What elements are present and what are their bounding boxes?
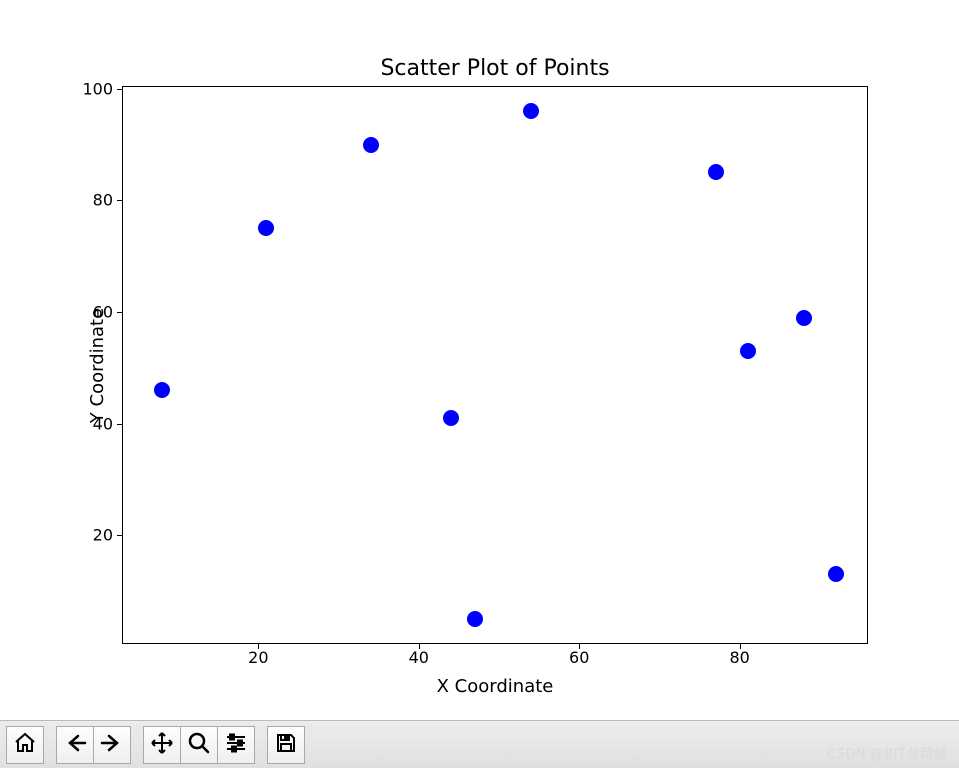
sliders-icon bbox=[224, 731, 248, 759]
arrow-right-icon bbox=[100, 731, 124, 759]
y-tick-label: 80 bbox=[93, 191, 113, 210]
home-icon bbox=[13, 731, 37, 759]
scatter-point bbox=[258, 220, 274, 236]
y-tick-mark bbox=[117, 200, 122, 201]
pan-icon bbox=[150, 731, 174, 759]
scatter-point bbox=[828, 566, 844, 582]
zoom-icon bbox=[187, 731, 211, 759]
zoom-button[interactable] bbox=[180, 726, 218, 764]
chart-title: Scatter Plot of Points bbox=[122, 56, 868, 81]
plot-area bbox=[122, 86, 868, 644]
chart-figure: Scatter Plot of Points Y Coordinate X Co… bbox=[0, 0, 959, 720]
x-tick-label: 80 bbox=[729, 648, 749, 667]
pan-button[interactable] bbox=[143, 726, 181, 764]
scatter-point bbox=[363, 137, 379, 153]
save-icon bbox=[274, 731, 298, 759]
y-tick-mark bbox=[117, 89, 122, 90]
x-tick-label: 40 bbox=[409, 648, 429, 667]
y-tick-mark bbox=[117, 535, 122, 536]
y-tick-label: 100 bbox=[82, 79, 113, 98]
scatter-point bbox=[523, 103, 539, 119]
y-tick-label: 60 bbox=[93, 302, 113, 321]
y-tick-label: 40 bbox=[93, 414, 113, 433]
matplotlib-toolbar bbox=[0, 720, 959, 768]
y-tick-label: 20 bbox=[93, 526, 113, 545]
forward-button[interactable] bbox=[93, 726, 131, 764]
scatter-point bbox=[708, 164, 724, 180]
x-tick-label: 20 bbox=[248, 648, 268, 667]
configure-button[interactable] bbox=[217, 726, 255, 764]
scatter-point bbox=[467, 611, 483, 627]
y-tick-mark bbox=[117, 424, 122, 425]
scatter-point bbox=[154, 382, 170, 398]
home-button[interactable] bbox=[6, 726, 44, 764]
x-tick-label: 60 bbox=[569, 648, 589, 667]
scatter-point bbox=[740, 343, 756, 359]
scatter-point bbox=[796, 310, 812, 326]
save-button[interactable] bbox=[267, 726, 305, 764]
y-tick-mark bbox=[117, 312, 122, 313]
arrow-left-icon bbox=[63, 731, 87, 759]
scatter-point bbox=[443, 410, 459, 426]
x-axis-label: X Coordinate bbox=[122, 676, 868, 697]
back-button[interactable] bbox=[56, 726, 94, 764]
